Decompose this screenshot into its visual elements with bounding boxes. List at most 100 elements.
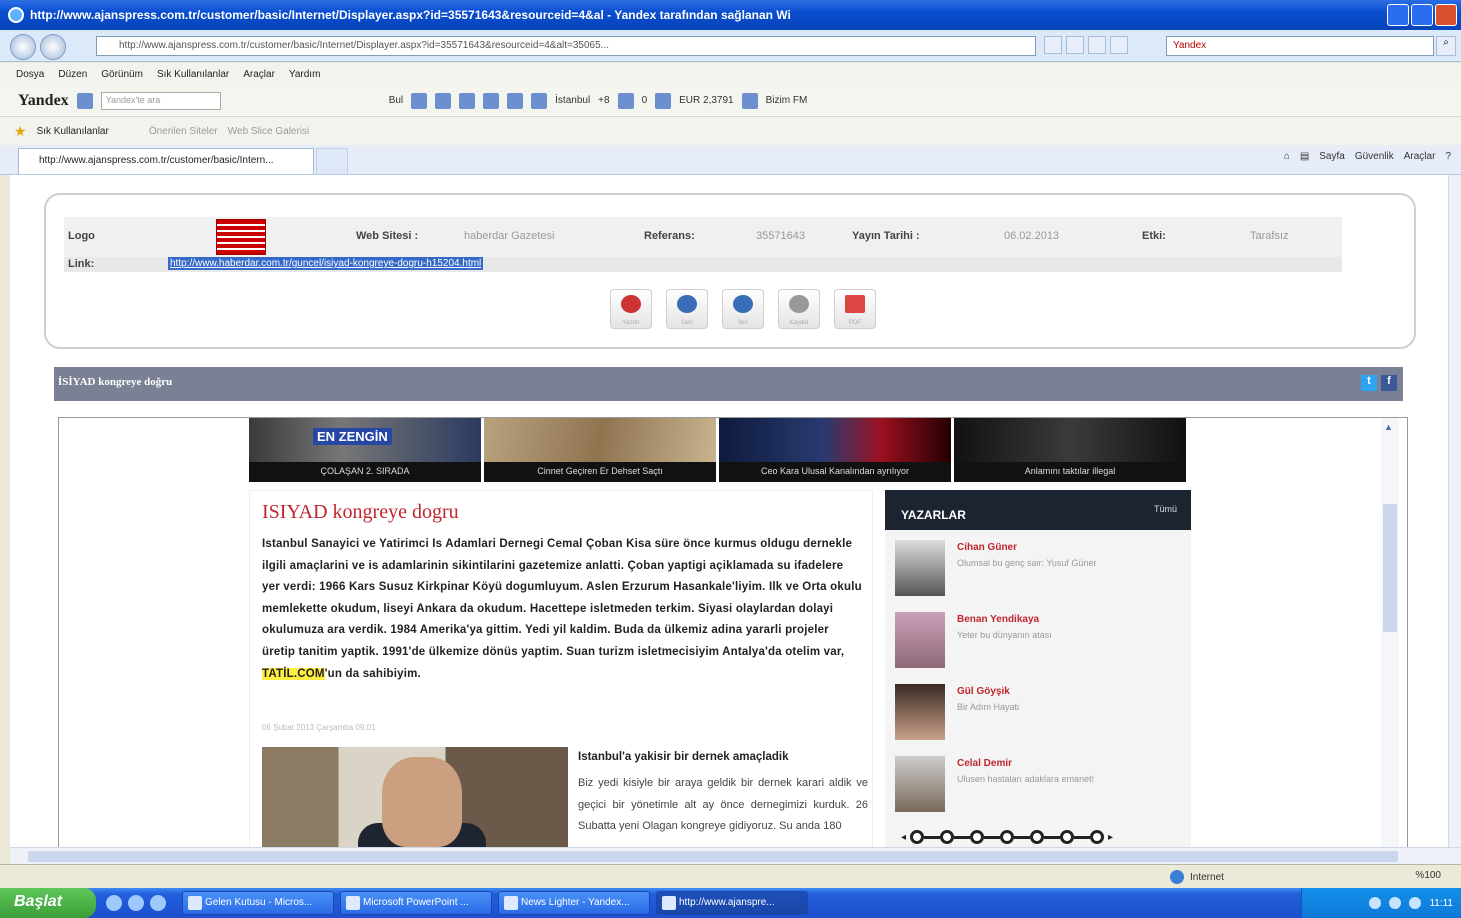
save-button[interactable]: Kaydet xyxy=(778,289,820,329)
search-input[interactable]: Yandex xyxy=(1166,36,1434,56)
author-item[interactable]: Benan Yendikaya Yeter bu dünyanın atası xyxy=(895,612,1185,676)
clock[interactable]: 11:11 xyxy=(1429,898,1453,909)
author-desc[interactable]: Yeter bu dünyanın atası xyxy=(957,630,1052,640)
strip-item[interactable]: EN ZENGİN ÇOLAŞAN 2. SIRADA xyxy=(249,418,481,482)
mail-count-icon[interactable] xyxy=(617,92,634,109)
menu-file[interactable]: Dosya xyxy=(16,69,44,80)
taskbar-item-active[interactable]: http://www.ajanspre... xyxy=(656,891,808,915)
mail-count[interactable]: 0 xyxy=(642,95,648,106)
menu-favorites[interactable]: Sık Kullanılanlar xyxy=(157,69,229,80)
highlight-icon[interactable] xyxy=(411,92,428,109)
bookmark-icon[interactable] xyxy=(459,92,476,109)
address-input[interactable]: http://www.ajanspress.com.tr/customer/ba… xyxy=(96,36,1036,56)
find-button[interactable]: Bul xyxy=(389,95,403,106)
pager-next-icon[interactable]: ▸ xyxy=(1108,832,1113,843)
weather-temp[interactable]: +8 xyxy=(598,95,609,106)
minimize-button[interactable] xyxy=(1387,4,1409,26)
facebook-icon[interactable]: f xyxy=(1381,375,1397,391)
strip-item[interactable]: Cinnet Geçiren Er Dehset Saçtı xyxy=(484,418,716,482)
pager-dot[interactable] xyxy=(1000,830,1015,844)
close-button[interactable] xyxy=(1435,4,1457,26)
quicklaunch-icon[interactable] xyxy=(128,895,144,911)
suggested-sites-link[interactable]: Önerilen Siteler xyxy=(149,126,218,137)
home-icon[interactable]: ⌂ xyxy=(1284,151,1290,162)
horizontal-scroll-thumb[interactable] xyxy=(28,851,1398,862)
print-icon[interactable]: ▤ xyxy=(1300,151,1309,162)
security-zone[interactable]: Internet xyxy=(1190,872,1224,883)
pager-prev-icon[interactable]: ◂ xyxy=(901,832,906,843)
help-icon[interactable]: ? xyxy=(1445,151,1451,162)
tray-icon[interactable] xyxy=(1369,897,1382,909)
yandex-logo[interactable]: Yandex xyxy=(18,92,69,110)
menu-view[interactable]: Görünüm xyxy=(101,69,143,80)
menu-edit[interactable]: Düzen xyxy=(58,69,87,80)
pager-dot[interactable] xyxy=(940,830,955,844)
weather-city[interactable]: İstanbul xyxy=(555,95,590,106)
frame-scroll-thumb[interactable] xyxy=(1383,504,1397,632)
maximize-button[interactable] xyxy=(1411,4,1433,26)
author-item[interactable]: Cihan Güner Olumsal bu genç sair: Yusuf … xyxy=(895,540,1185,604)
refresh-icon[interactable] xyxy=(1088,36,1106,54)
translate-icon[interactable] xyxy=(435,92,452,109)
currency-value[interactable]: EUR 2,3791 xyxy=(679,95,733,106)
search-icon[interactable]: ⌕ xyxy=(1436,36,1456,56)
compat-view-icon[interactable] xyxy=(1044,36,1062,54)
author-item[interactable]: Celal Demir Ulusen hastaları adaklara em… xyxy=(895,756,1185,820)
favorites-button[interactable]: Sık Kullanılanlar xyxy=(37,126,109,137)
new-tab-button[interactable] xyxy=(316,148,348,174)
pager-dot[interactable] xyxy=(1030,830,1045,844)
frame-scrollbar[interactable]: ▲ xyxy=(1381,418,1399,847)
pager-dot[interactable] xyxy=(970,830,985,844)
yandex-search-input[interactable]: Yandex'te ara xyxy=(100,91,221,110)
author-name[interactable]: Cihan Güner xyxy=(957,542,1017,553)
news-icon[interactable] xyxy=(507,92,524,109)
forward-button[interactable] xyxy=(40,34,66,60)
tray-icon[interactable] xyxy=(1409,897,1422,909)
tray-icon[interactable] xyxy=(1389,897,1402,909)
author-name[interactable]: Gül Göyşik xyxy=(957,686,1010,697)
cmd-tools[interactable]: Araçlar xyxy=(1404,151,1436,162)
mail-icon[interactable] xyxy=(483,92,500,109)
favorites-star-icon[interactable]: ★ xyxy=(14,123,27,140)
web-slice-link[interactable]: Web Slice Galerisi xyxy=(228,126,310,137)
search-tools-icon[interactable] xyxy=(531,92,548,109)
author-name[interactable]: Benan Yendikaya xyxy=(957,614,1039,625)
scroll-up-icon[interactable]: ▲ xyxy=(1384,422,1393,432)
zoom-level[interactable]: %100 xyxy=(1415,870,1441,881)
article-link[interactable]: http://www.haberdar.com.tr/guncel/isiyad… xyxy=(168,257,484,270)
taskbar-item[interactable]: Microsoft PowerPoint ... xyxy=(340,891,492,915)
quicklaunch-icon[interactable] xyxy=(150,895,166,911)
author-desc[interactable]: Bir Adım Hayati xyxy=(957,702,1019,712)
taskbar-item[interactable]: Gelen Kutusu - Micros... xyxy=(182,891,334,915)
radio-label[interactable]: Bizim FM xyxy=(766,95,808,106)
pdf-button[interactable]: PDF xyxy=(834,289,876,329)
settings-icon[interactable] xyxy=(76,92,93,109)
strip-item[interactable]: Anlamını taktılar illegal xyxy=(954,418,1186,482)
cmd-security[interactable]: Güvenlik xyxy=(1355,151,1394,162)
page-vertical-scrollbar[interactable] xyxy=(1448,175,1461,847)
back-action-button[interactable]: Geri xyxy=(666,289,708,329)
taskbar-item[interactable]: News Lighter - Yandex... xyxy=(498,891,650,915)
forward-action-button[interactable]: İleri xyxy=(722,289,764,329)
page-horizontal-scrollbar[interactable] xyxy=(10,847,1461,864)
strip-item[interactable]: Ceo Kara Ulusal Kanalından ayrılıyor xyxy=(719,418,951,482)
start-button[interactable]: Başlat xyxy=(0,888,96,918)
author-name[interactable]: Celal Demir xyxy=(957,758,1012,769)
pager-dot[interactable] xyxy=(1060,830,1075,844)
currency-icon[interactable] xyxy=(655,92,672,109)
stop-icon[interactable] xyxy=(1110,36,1128,54)
tab-active[interactable]: http://www.ajanspress.com.tr/customer/ba… xyxy=(18,148,314,174)
rss-icon[interactable] xyxy=(1066,36,1084,54)
print-button[interactable]: Yazdır xyxy=(610,289,652,329)
menu-tools[interactable]: Araçlar xyxy=(243,69,275,80)
pager-dot[interactable] xyxy=(1090,830,1105,844)
cmd-page[interactable]: Sayfa xyxy=(1319,151,1345,162)
radio-icon[interactable] xyxy=(741,92,758,109)
author-item[interactable]: Gül Göyşik Bir Adım Hayati xyxy=(895,684,1185,748)
menu-help[interactable]: Yardım xyxy=(289,69,321,80)
quicklaunch-icon[interactable] xyxy=(106,895,122,911)
author-desc[interactable]: Olumsal bu genç sair: Yusuf Güner xyxy=(957,558,1096,568)
author-desc[interactable]: Ulusen hastaları adaklara emanet! xyxy=(957,774,1094,784)
pager-dot[interactable] xyxy=(910,830,925,844)
authors-all-link[interactable]: Tümü xyxy=(1154,504,1177,514)
